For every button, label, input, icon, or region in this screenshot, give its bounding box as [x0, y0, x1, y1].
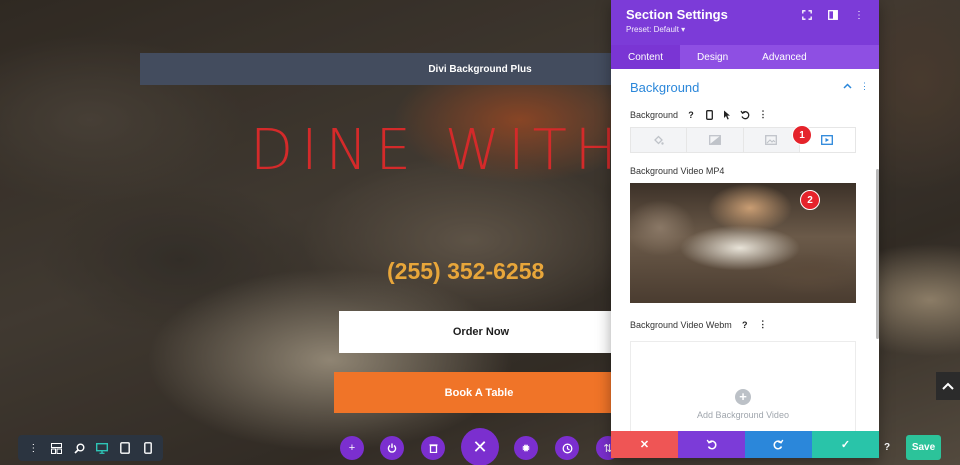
- close-icon[interactable]: ✕: [461, 428, 499, 465]
- more-options-icon[interactable]: ⋮: [853, 9, 865, 21]
- order-now-button[interactable]: Order Now: [339, 311, 623, 353]
- panel-body: Background ⋮ Background ? ⋮ 1 Background…: [611, 69, 879, 431]
- add-circle-icon: +: [735, 388, 751, 405]
- color-fill-icon[interactable]: [631, 128, 688, 152]
- view-mode-bar: ⋮: [18, 435, 163, 461]
- help-icon[interactable]: ?: [686, 110, 696, 120]
- responsive-icon[interactable]: [704, 109, 714, 120]
- background-type-tabs: [630, 127, 856, 153]
- save-button[interactable]: Save: [906, 435, 941, 460]
- gradient-icon[interactable]: [687, 128, 744, 152]
- group-more-icon[interactable]: ⋮: [860, 81, 869, 92]
- history-icon[interactable]: [555, 436, 579, 460]
- tab-design[interactable]: Design: [680, 45, 745, 69]
- group-title: Background: [630, 80, 700, 95]
- top-bar-title: Divi Background Plus: [428, 63, 532, 75]
- phone-icon[interactable]: [141, 441, 155, 455]
- video-webm-label: Background Video Webm: [630, 319, 732, 330]
- tab-advanced[interactable]: Advanced: [745, 45, 823, 69]
- cancel-button[interactable]: ✕: [611, 431, 678, 458]
- trash-icon[interactable]: [421, 436, 445, 460]
- help-icon[interactable]: ?: [878, 438, 896, 456]
- field-more-icon[interactable]: ⋮: [758, 109, 768, 120]
- background-field-label-row: Background ? ⋮: [611, 106, 879, 123]
- scroll-top-button[interactable]: [936, 372, 960, 400]
- hero-title: DINE WITH: [250, 118, 625, 183]
- tablet-icon[interactable]: [118, 441, 132, 455]
- section-settings-panel: Section Settings Preset: Default ▾ ⋮ Con…: [611, 0, 879, 458]
- video-mp4-label: Background Video MP4: [630, 166, 725, 176]
- hover-icon[interactable]: [722, 110, 732, 120]
- background-label: Background: [630, 109, 679, 120]
- undo-button[interactable]: [678, 431, 745, 458]
- add-video-label: Add Background Video: [697, 409, 789, 420]
- panel-footer: ✕ ✓: [611, 431, 879, 458]
- field-more-icon[interactable]: ⋮: [758, 319, 768, 330]
- desktop-icon[interactable]: [95, 441, 109, 455]
- preset-selector[interactable]: Preset: Default ▾: [626, 25, 864, 34]
- zoom-icon[interactable]: [72, 441, 86, 455]
- dots-vertical-icon[interactable]: ⋮: [26, 441, 40, 455]
- split-view-icon[interactable]: [827, 9, 839, 21]
- wireframe-icon[interactable]: [49, 441, 63, 455]
- panel-header[interactable]: Section Settings Preset: Default ▾ ⋮: [611, 0, 879, 45]
- video-mp4-thumbnail[interactable]: [630, 183, 856, 303]
- help-icon[interactable]: ?: [740, 320, 750, 330]
- fullscreen-icon[interactable]: [801, 9, 813, 21]
- chevron-up-icon[interactable]: [843, 81, 852, 92]
- tab-content[interactable]: Content: [611, 45, 681, 69]
- step-badge-1: 1: [792, 125, 812, 145]
- video-webm-label-row: Background Video Webm ? ⋮: [611, 316, 879, 333]
- gear-icon[interactable]: ✹: [514, 436, 538, 460]
- power-icon[interactable]: [380, 436, 404, 460]
- book-table-button[interactable]: Book A Table: [334, 372, 624, 413]
- background-group-header[interactable]: Background ⋮: [611, 69, 879, 106]
- settings-tabs: Content Design Advanced: [611, 45, 879, 69]
- add-video-upload[interactable]: + Add Background Video: [630, 341, 856, 431]
- add-icon[interactable]: +: [340, 436, 364, 460]
- confirm-button[interactable]: ✓: [812, 431, 879, 458]
- phone-number: (255) 352-6258: [387, 258, 545, 284]
- panel-scrollbar[interactable]: [876, 169, 879, 339]
- step-badge-2: 2: [800, 190, 820, 210]
- reset-icon[interactable]: [740, 110, 750, 120]
- redo-button[interactable]: [745, 431, 812, 458]
